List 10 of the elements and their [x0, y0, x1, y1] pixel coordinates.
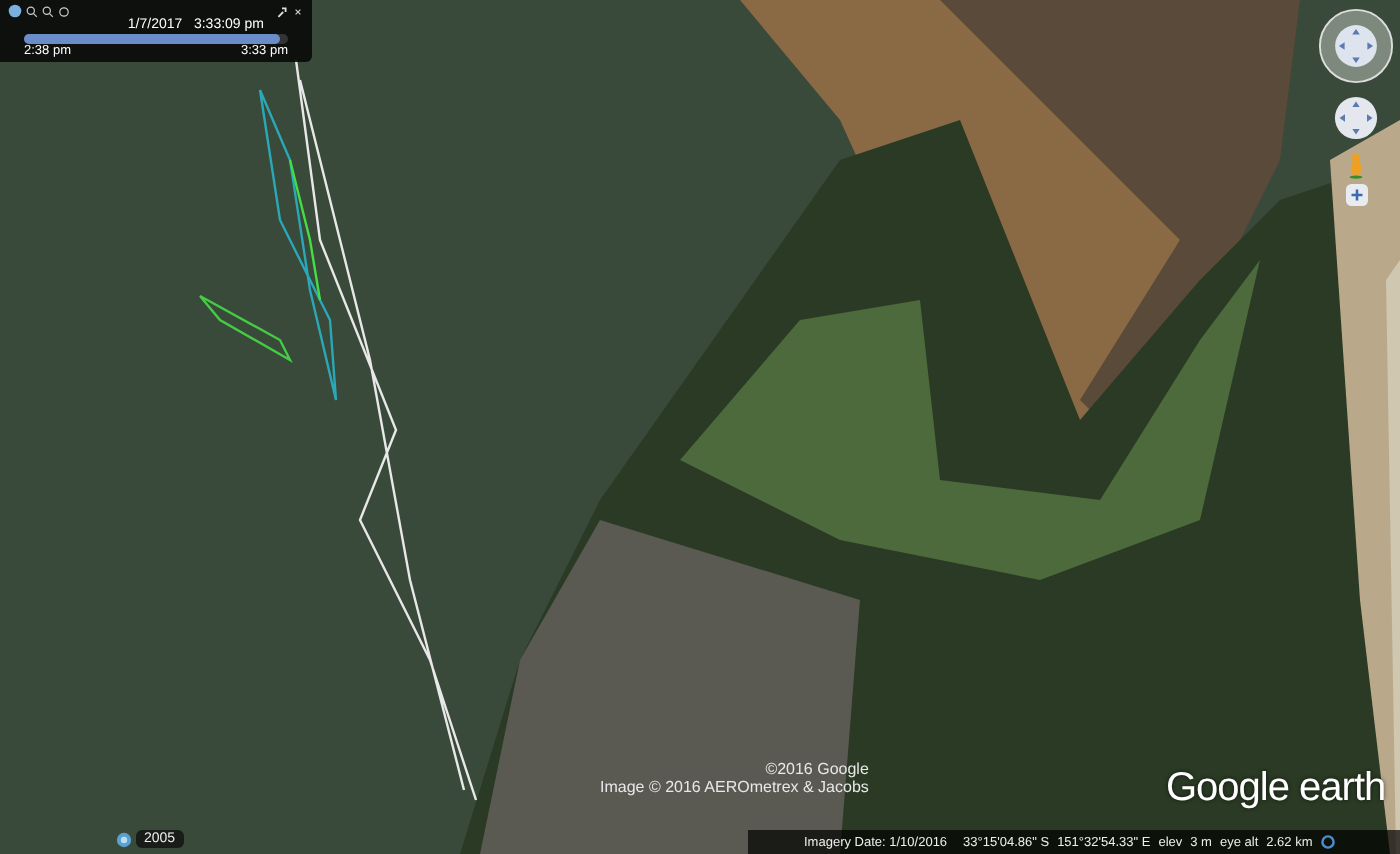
globe-icon[interactable] — [8, 4, 22, 19]
look-control-icon[interactable] — [1318, 8, 1394, 84]
ring-icon — [1320, 834, 1337, 850]
move-control-icon[interactable] — [1334, 96, 1378, 140]
close-icon[interactable] — [292, 5, 304, 18]
app-logo-text: Google earth — [1166, 766, 1386, 812]
zoom-out-icon[interactable] — [42, 5, 54, 18]
zoom-in-icon[interactable] — [26, 5, 38, 18]
image-credit-text: Image © 2016 AEROmetrex & Jacobs — [600, 778, 869, 796]
copyright-text: ©2016 Google — [765, 760, 869, 778]
